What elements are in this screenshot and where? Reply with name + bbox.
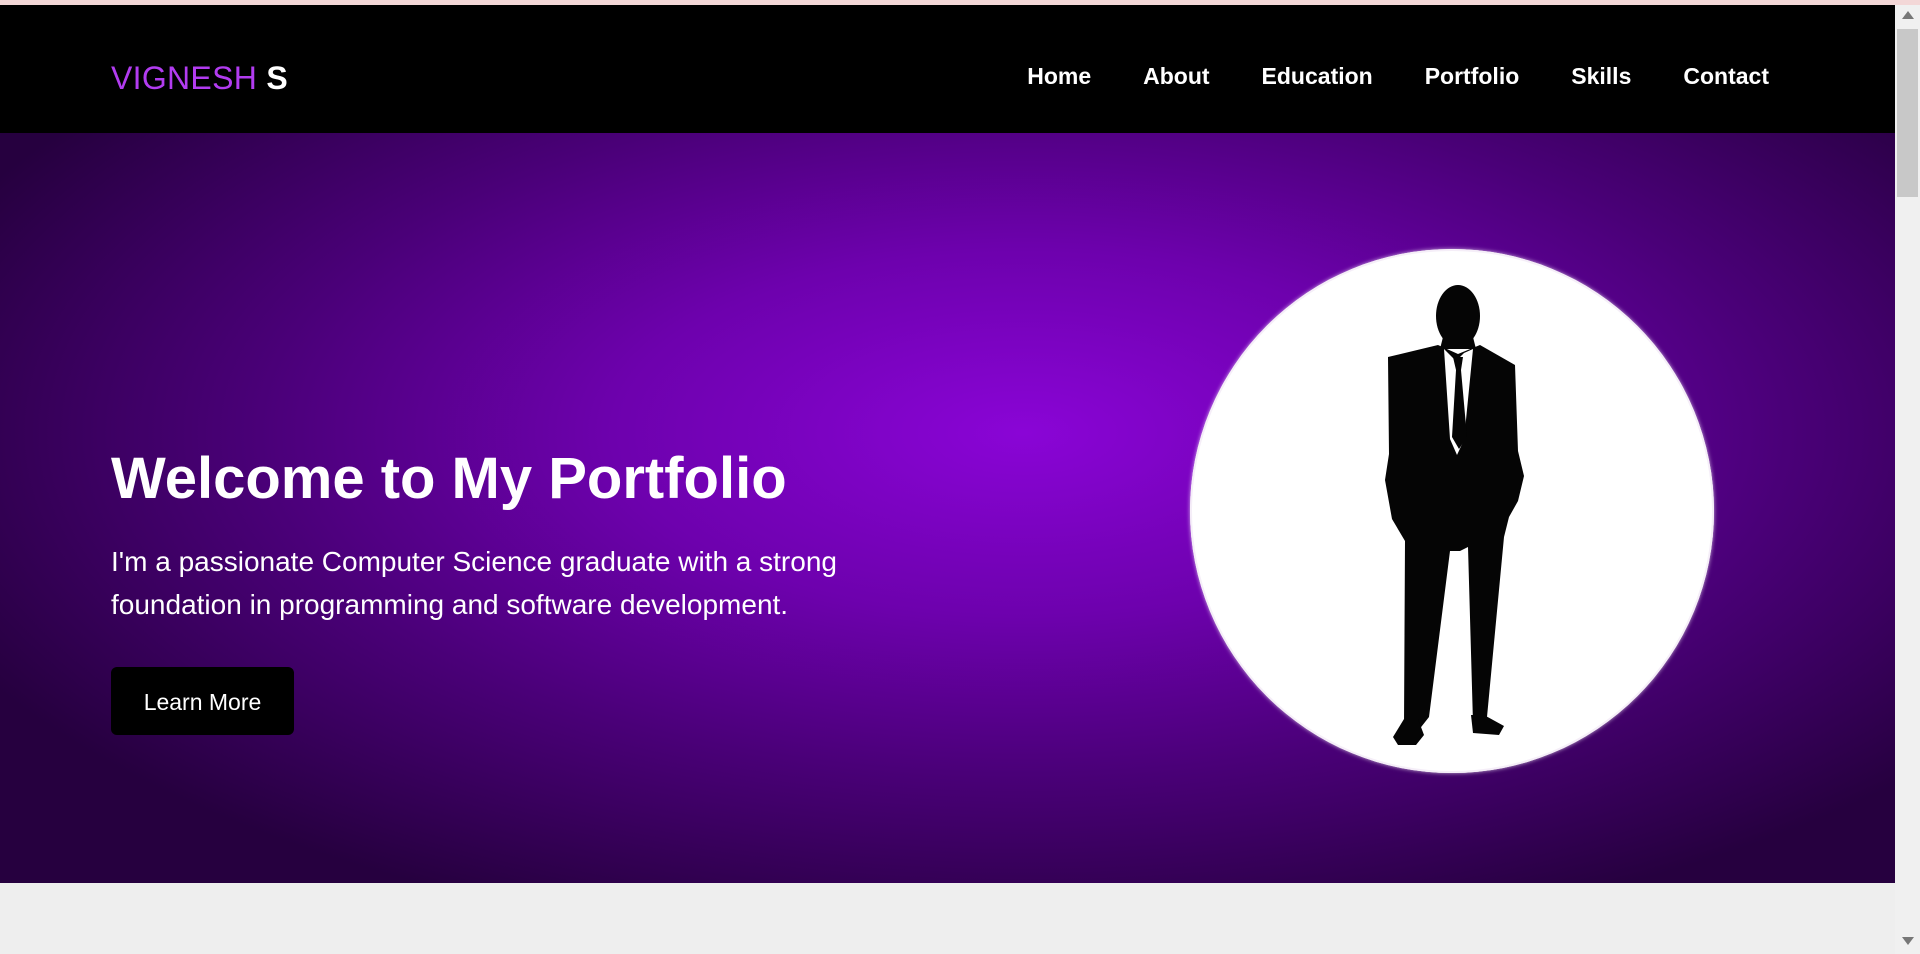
person-silhouette-icon [1385, 285, 1524, 745]
learn-more-button[interactable]: Learn More [111, 667, 294, 735]
vertical-scrollbar[interactable] [1895, 5, 1920, 954]
nav-education[interactable]: Education [1262, 58, 1373, 94]
hero-section: Welcome to My Portfolio I'm a passionate… [0, 133, 1895, 883]
nav-home[interactable]: Home [1027, 58, 1091, 94]
nav-about[interactable]: About [1143, 58, 1209, 94]
profile-image [1190, 249, 1714, 773]
hero-description: I'm a passionate Computer Science gradua… [111, 540, 891, 626]
logo-first-name: VIGNESH [111, 60, 258, 96]
page-viewport: VIGNESH S Home About Education Portfolio… [0, 5, 1895, 954]
hero-title: Welcome to My Portfolio [111, 446, 787, 511]
main-navigation: Home About Education Portfolio Skills Co… [1027, 58, 1769, 94]
nav-contact[interactable]: Contact [1683, 58, 1769, 94]
hero-description-line-1: I'm a passionate Computer Science gradua… [111, 546, 837, 577]
arrow-down-icon[interactable] [1902, 937, 1914, 945]
arrow-up-icon[interactable] [1902, 11, 1914, 19]
nav-skills[interactable]: Skills [1571, 58, 1631, 94]
scrollbar-thumb[interactable] [1897, 29, 1918, 197]
site-logo[interactable]: VIGNESH S [111, 58, 288, 98]
navbar: VIGNESH S Home About Education Portfolio… [0, 5, 1895, 133]
nav-portfolio[interactable]: Portfolio [1425, 58, 1520, 94]
logo-last-initial: S [266, 60, 288, 96]
hero-description-line-2: foundation in programming and software d… [111, 589, 789, 620]
